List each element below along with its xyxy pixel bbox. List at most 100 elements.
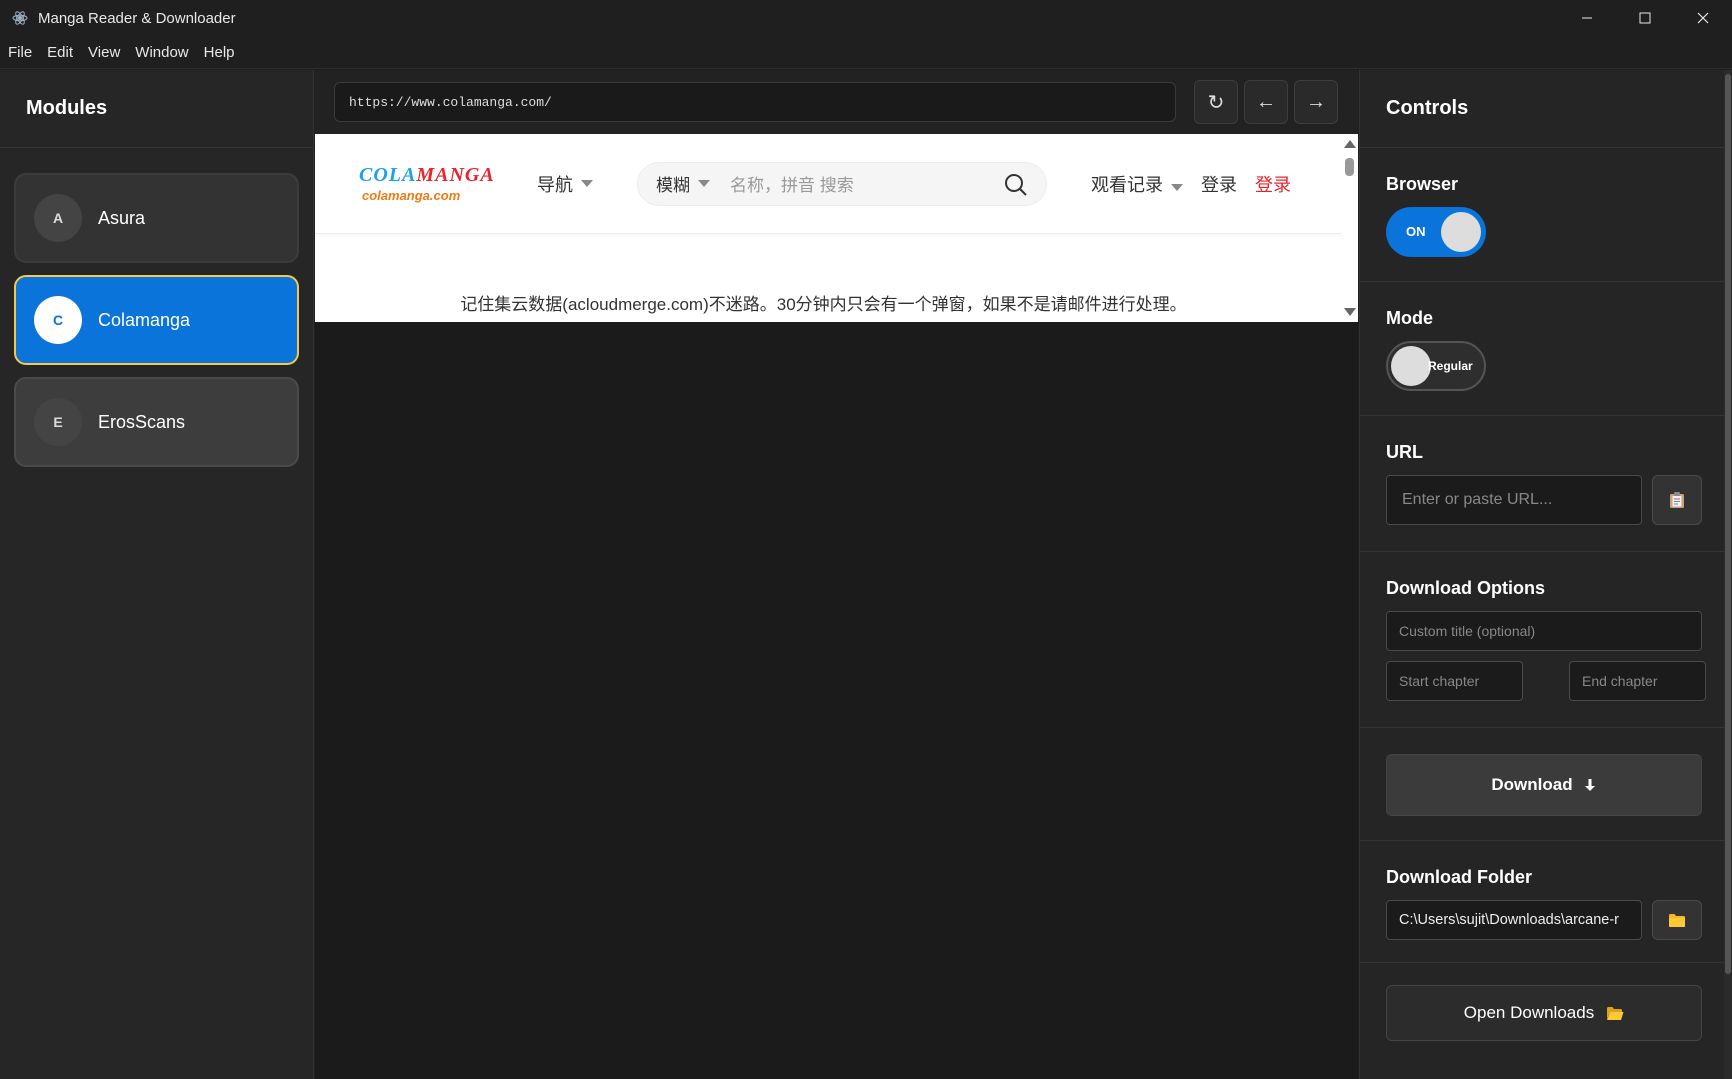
site-header: COLAMANGA colamanga.com 导航 模糊 名称，拼音 搜索 观…: [315, 134, 1358, 234]
arrow-left-icon: ←: [1256, 90, 1276, 113]
close-icon: [1697, 12, 1709, 24]
window-title: Manga Reader & Downloader: [38, 9, 236, 27]
logo-wordmark: COLAMANGA: [359, 164, 495, 186]
folder-icon: [1669, 913, 1685, 927]
menu-file[interactable]: File: [8, 44, 32, 61]
reload-button[interactable]: ↻: [1194, 80, 1238, 124]
open-downloads-button[interactable]: Open Downloads: [1386, 985, 1702, 1041]
scrollbar-thumb[interactable]: [1725, 74, 1731, 974]
module-avatar: A: [34, 194, 82, 242]
menu-view[interactable]: View: [88, 44, 120, 61]
browse-folder-button[interactable]: [1652, 900, 1702, 940]
embedded-webview[interactable]: COLAMANGA colamanga.com 导航 模糊 名称，拼音 搜索 观…: [315, 134, 1358, 322]
chapter-range-row: [1386, 661, 1706, 701]
menu-help[interactable]: Help: [204, 44, 235, 61]
webview-scrollbar[interactable]: [1341, 134, 1358, 322]
close-button[interactable]: [1674, 0, 1732, 36]
browser-section: Browser ON: [1360, 148, 1732, 282]
search-type-label: 模糊: [656, 176, 690, 195]
module-name: Colamanga: [98, 309, 191, 330]
start-chapter-input[interactable]: [1386, 661, 1523, 701]
caret-down-icon: [698, 180, 710, 187]
browser-label: Browser: [1386, 174, 1459, 194]
window-controls: [1558, 0, 1732, 36]
modules-title: Modules: [0, 70, 313, 148]
scrollbar-thumb[interactable]: [1345, 158, 1354, 176]
caret-down-icon: [1171, 183, 1183, 191]
download-folder-input[interactable]: [1386, 900, 1642, 940]
modules-sidebar: Modules A Asura C Colamanga E ErosScans: [0, 70, 314, 1079]
site-nav-label: 导航: [537, 174, 573, 195]
download-options-section: Download Options: [1360, 552, 1732, 728]
paste-button[interactable]: [1652, 475, 1702, 525]
browser-pane: https://www.colamanga.com/ ↻ ← → COLAMAN…: [315, 70, 1358, 1079]
menu-window[interactable]: Window: [135, 44, 188, 61]
caret-down-icon: [581, 180, 593, 187]
back-button[interactable]: ←: [1244, 80, 1288, 124]
module-card-colamanga[interactable]: C Colamanga: [14, 275, 299, 365]
open-downloads-label: Open Downloads: [1463, 1003, 1595, 1022]
download-folder-section: Download Folder: [1360, 841, 1732, 963]
toggle-knob: [1391, 346, 1431, 386]
url-section: URL: [1360, 416, 1732, 552]
download-arrow-icon: [1584, 779, 1595, 791]
site-user-links: 观看记录 登录 登录: [1091, 171, 1309, 197]
title-bar: Manga Reader & Downloader: [0, 0, 1732, 36]
login-link[interactable]: 登录: [1201, 171, 1237, 197]
open-downloads-section: Open Downloads: [1360, 963, 1732, 1041]
url-label: URL: [1386, 442, 1423, 462]
register-link[interactable]: 登录: [1255, 171, 1291, 197]
menu-edit[interactable]: Edit: [47, 44, 73, 61]
arrow-right-icon: →: [1306, 90, 1326, 113]
site-notice-text: 记住集云数据(acloudmerge.com)不迷路。30分钟内只会有一个弹窗，…: [460, 295, 1187, 314]
module-name: Asura: [98, 207, 146, 228]
mode-toggle-label: Regular: [1428, 359, 1473, 373]
mode-label: Mode: [1386, 308, 1433, 328]
reload-icon: ↻: [1207, 91, 1225, 114]
module-card-erosscans[interactable]: E ErosScans: [14, 377, 299, 467]
module-name: ErosScans: [98, 411, 186, 432]
site-search-placeholder: 名称，拼音 搜索: [730, 176, 854, 195]
open-folder-icon: [1607, 1006, 1624, 1020]
minimize-icon: [1582, 17, 1592, 19]
download-options-label: Download Options: [1386, 578, 1545, 598]
site-nav-dropdown[interactable]: 导航: [537, 171, 593, 197]
menu-bar: File Edit View Window Help: [0, 36, 1732, 69]
url-row: [1386, 475, 1706, 525]
folder-row: [1386, 900, 1706, 940]
clipboard-icon: [1670, 492, 1684, 508]
module-card-asura[interactable]: A Asura: [14, 173, 299, 263]
custom-title-input[interactable]: [1386, 611, 1702, 651]
download-button-label: Download: [1491, 775, 1573, 794]
search-icon[interactable]: [1004, 173, 1028, 197]
maximize-button[interactable]: [1616, 0, 1674, 36]
controls-panel: Controls Browser ON Mode Regular URL Ent…: [1359, 70, 1732, 1079]
site-logo[interactable]: COLAMANGA colamanga.com: [359, 165, 499, 202]
site-search-box[interactable]: 模糊 名称，拼音 搜索: [637, 161, 1047, 206]
url-input[interactable]: [1386, 475, 1642, 525]
end-chapter-input[interactable]: [1569, 661, 1706, 701]
scroll-down-arrow-icon[interactable]: [1344, 308, 1356, 316]
module-list: A Asura C Colamanga E ErosScans: [0, 148, 313, 504]
history-dropdown[interactable]: 观看记录: [1091, 171, 1183, 197]
download-folder-label: Download Folder: [1386, 867, 1532, 887]
maximize-icon: [1639, 12, 1651, 24]
controls-scrollbar[interactable]: [1724, 70, 1732, 1079]
mode-toggle[interactable]: Regular: [1386, 341, 1486, 391]
browser-toggle[interactable]: ON: [1386, 207, 1486, 257]
browser-url-display[interactable]: https://www.colamanga.com/: [334, 82, 1176, 122]
download-button[interactable]: Download: [1386, 754, 1702, 816]
module-avatar: C: [34, 296, 82, 344]
browser-toolbar: https://www.colamanga.com/ ↻ ← →: [315, 70, 1358, 134]
controls-title: Controls: [1360, 70, 1732, 148]
minimize-button[interactable]: [1558, 0, 1616, 36]
browser-toggle-label: ON: [1406, 224, 1426, 239]
forward-button[interactable]: →: [1294, 80, 1338, 124]
mode-section: Mode Regular: [1360, 282, 1732, 416]
logo-domain: colamanga.com: [362, 188, 461, 203]
scroll-up-arrow-icon[interactable]: [1344, 140, 1356, 148]
toggle-knob: [1441, 212, 1481, 252]
electron-app-icon: [12, 11, 28, 25]
module-avatar: E: [34, 398, 82, 446]
search-type-dropdown[interactable]: 模糊: [656, 171, 710, 196]
